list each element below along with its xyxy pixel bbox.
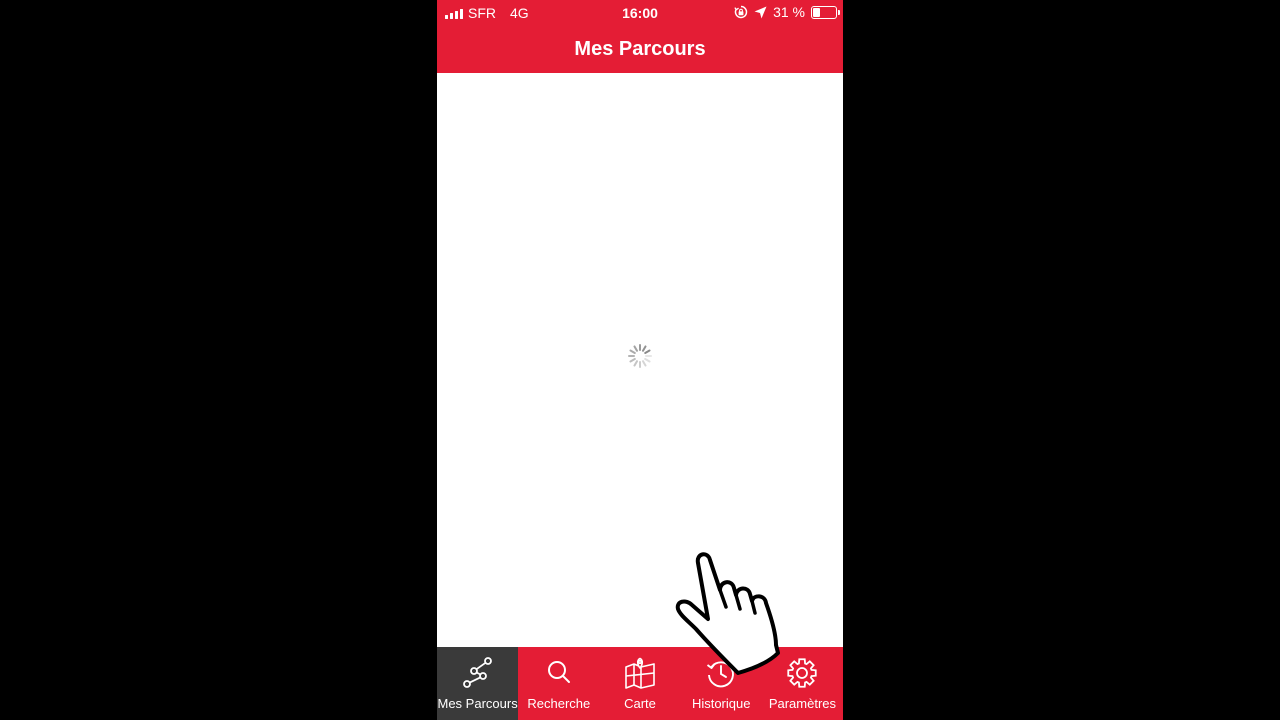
gear-icon: [787, 658, 818, 688]
battery-icon: [811, 5, 840, 19]
battery-percent: 31 %: [773, 4, 805, 20]
map-icon: [625, 657, 655, 689]
navigation-bar: Mes Parcours: [437, 26, 843, 73]
status-right: 31 %: [734, 4, 840, 20]
location-arrow-icon: [754, 6, 767, 18]
route-icon: [462, 657, 492, 688]
loading-spinner-icon: [628, 344, 652, 368]
search-icon: [547, 661, 570, 683]
battery-level: [813, 7, 821, 17]
tab-label: Mes Parcours: [437, 696, 518, 711]
hand-pointer-icon: [675, 552, 780, 675]
page-title: Mes Parcours: [574, 38, 706, 60]
tab-label: Recherche: [527, 696, 591, 711]
tab-label: Carte: [624, 696, 656, 711]
tab-label: Paramètres: [768, 696, 837, 711]
rotation-lock-icon: [734, 5, 748, 19]
status-bar: SFR 4G 16:00 31 %: [437, 0, 843, 26]
tab-mes-parcours[interactable]: Mes Parcours: [437, 647, 519, 720]
tab-recherche[interactable]: Recherche: [518, 647, 599, 720]
tab-label: Historique: [691, 696, 751, 711]
